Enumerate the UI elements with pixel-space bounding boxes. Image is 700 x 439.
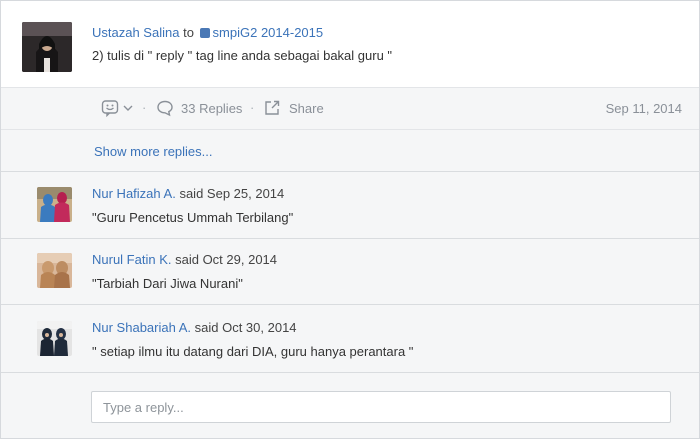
smiley-face-icon bbox=[101, 100, 119, 117]
reply-composer bbox=[1, 372, 699, 438]
author-link[interactable]: Ustazah Salina bbox=[92, 25, 179, 40]
reply-author-link[interactable]: Nur Shabariah A. bbox=[92, 320, 191, 335]
speech-bubble-icon bbox=[157, 100, 173, 117]
post-date[interactable]: Sep 11, 2014 bbox=[606, 101, 682, 116]
separator-dot: · bbox=[250, 100, 255, 115]
reply-body: "Tarbiah Dari Jiwa Nurani" bbox=[92, 276, 243, 291]
post-actions: · 33 Replies · Share Sep 11, 2014 bbox=[1, 87, 699, 129]
reply-date: said Oct 29, 2014 bbox=[175, 252, 278, 267]
to-label: to bbox=[183, 25, 194, 40]
reply-header: Nurul Fatin K. said Oct 29, 2014 bbox=[92, 252, 277, 267]
reply-body: "Guru Pencetus Ummah Terbilang" bbox=[92, 210, 294, 225]
reaction-button[interactable] bbox=[101, 99, 134, 117]
share-icon bbox=[265, 100, 280, 115]
replies-button[interactable]: 33 Replies bbox=[156, 99, 242, 117]
message-card: Ustazah Salina to smpiG2 2014-2015 2) tu… bbox=[0, 0, 700, 439]
avatar[interactable] bbox=[37, 321, 72, 356]
reply-date: said Sep 25, 2014 bbox=[179, 186, 285, 201]
original-post: Ustazah Salina to smpiG2 2014-2015 2) tu… bbox=[1, 1, 699, 87]
reply-header: Nur Hafizah A. said Sep 25, 2014 bbox=[92, 186, 284, 201]
reply-item: Nur Hafizah A. said Sep 25, 2014 "Guru P… bbox=[1, 171, 699, 238]
post-header: Ustazah Salina to smpiG2 2014-2015 bbox=[92, 25, 323, 40]
post-body: 2) tulis di " reply " tag line anda seba… bbox=[92, 48, 393, 63]
avatar[interactable] bbox=[37, 187, 72, 222]
share-label: Share bbox=[289, 100, 324, 116]
group-link[interactable]: smpiG2 2014-2015 bbox=[213, 25, 324, 40]
share-button[interactable]: Share bbox=[263, 99, 324, 117]
chevron-down-icon bbox=[123, 105, 133, 111]
reply-item: Nur Shabariah A. said Oct 30, 2014 " set… bbox=[1, 304, 699, 372]
reply-input[interactable] bbox=[91, 391, 671, 423]
show-more-replies-link[interactable]: Show more replies... bbox=[94, 144, 213, 159]
separator-dot: · bbox=[142, 100, 147, 115]
group-icon bbox=[199, 28, 210, 38]
reply-author-link[interactable]: Nurul Fatin K. bbox=[92, 252, 171, 267]
avatar[interactable] bbox=[37, 253, 72, 288]
reply-item: Nurul Fatin K. said Oct 29, 2014 "Tarbia… bbox=[1, 238, 699, 304]
reply-header: Nur Shabariah A. said Oct 30, 2014 bbox=[92, 320, 297, 335]
show-more-row: Show more replies... bbox=[1, 129, 699, 171]
reply-body: " setiap ilmu itu datang dari DIA, guru … bbox=[92, 344, 414, 359]
reply-author-link[interactable]: Nur Hafizah A. bbox=[92, 186, 176, 201]
avatar[interactable] bbox=[22, 22, 72, 72]
reply-date: said Oct 30, 2014 bbox=[194, 320, 297, 335]
replies-count: 33 Replies bbox=[181, 100, 243, 116]
